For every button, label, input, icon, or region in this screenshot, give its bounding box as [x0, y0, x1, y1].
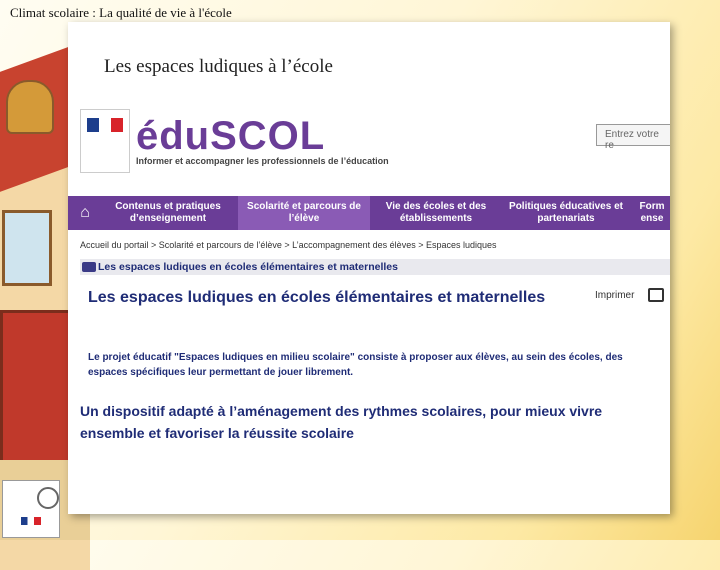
content-panel: Les espaces ludiques à l’école éduSCOL I…	[68, 22, 670, 514]
slide-title: Climat scolaire : La qualité de vie à l'…	[10, 5, 232, 20]
french-flag-icon	[87, 118, 123, 132]
eduscol-logo[interactable]: éduSCOL	[136, 114, 325, 159]
print-link[interactable]: Imprimer	[595, 290, 634, 301]
logo-circle-icon	[37, 487, 59, 509]
nav-vie-ecoles[interactable]: Vie des écoles et des établissements	[374, 196, 498, 230]
intro-text: Le projet éducatif "Espaces ludiques en …	[88, 352, 623, 378]
nav-formation[interactable]: Form ense	[634, 196, 670, 230]
panel-title: Les espaces ludiques à l’école	[104, 56, 333, 77]
brand-tagline: Informer et accompagner les professionne…	[136, 156, 389, 166]
bell-icon	[6, 80, 54, 134]
nav-politiques[interactable]: Politiques éducatives et partenariats	[502, 196, 630, 230]
eduscol-page: éduSCOL Informer et accompagner les prof…	[68, 104, 670, 514]
school-door	[0, 310, 76, 466]
french-flag-icon	[21, 517, 41, 525]
main-nav: ⌂ Contenus et pratiques d’enseignement S…	[68, 196, 670, 230]
ministry-logo[interactable]	[80, 109, 130, 173]
nav-contenus[interactable]: Contenus et pratiques d’enseignement	[102, 196, 234, 230]
subtitle: Un dispositif adapté à l’aménagement des…	[80, 403, 603, 441]
section-header: Les espaces ludiques en écoles élémentai…	[80, 259, 670, 275]
home-icon[interactable]: ⌂	[70, 196, 100, 230]
school-window	[2, 210, 52, 286]
search-input[interactable]: Entrez votre re	[596, 124, 670, 151]
folder-icon	[82, 262, 96, 272]
breadcrumb[interactable]: Accueil du portail > Scolarité et parcou…	[80, 240, 497, 250]
page-heading: Les espaces ludiques en écoles élémentai…	[88, 289, 546, 306]
nav-scolarite[interactable]: Scolarité et parcours de l’élève	[238, 196, 370, 230]
ministry-mini-logo	[2, 480, 60, 538]
section-label: Les espaces ludiques en écoles élémentai…	[98, 261, 398, 273]
printer-icon[interactable]	[648, 288, 664, 302]
